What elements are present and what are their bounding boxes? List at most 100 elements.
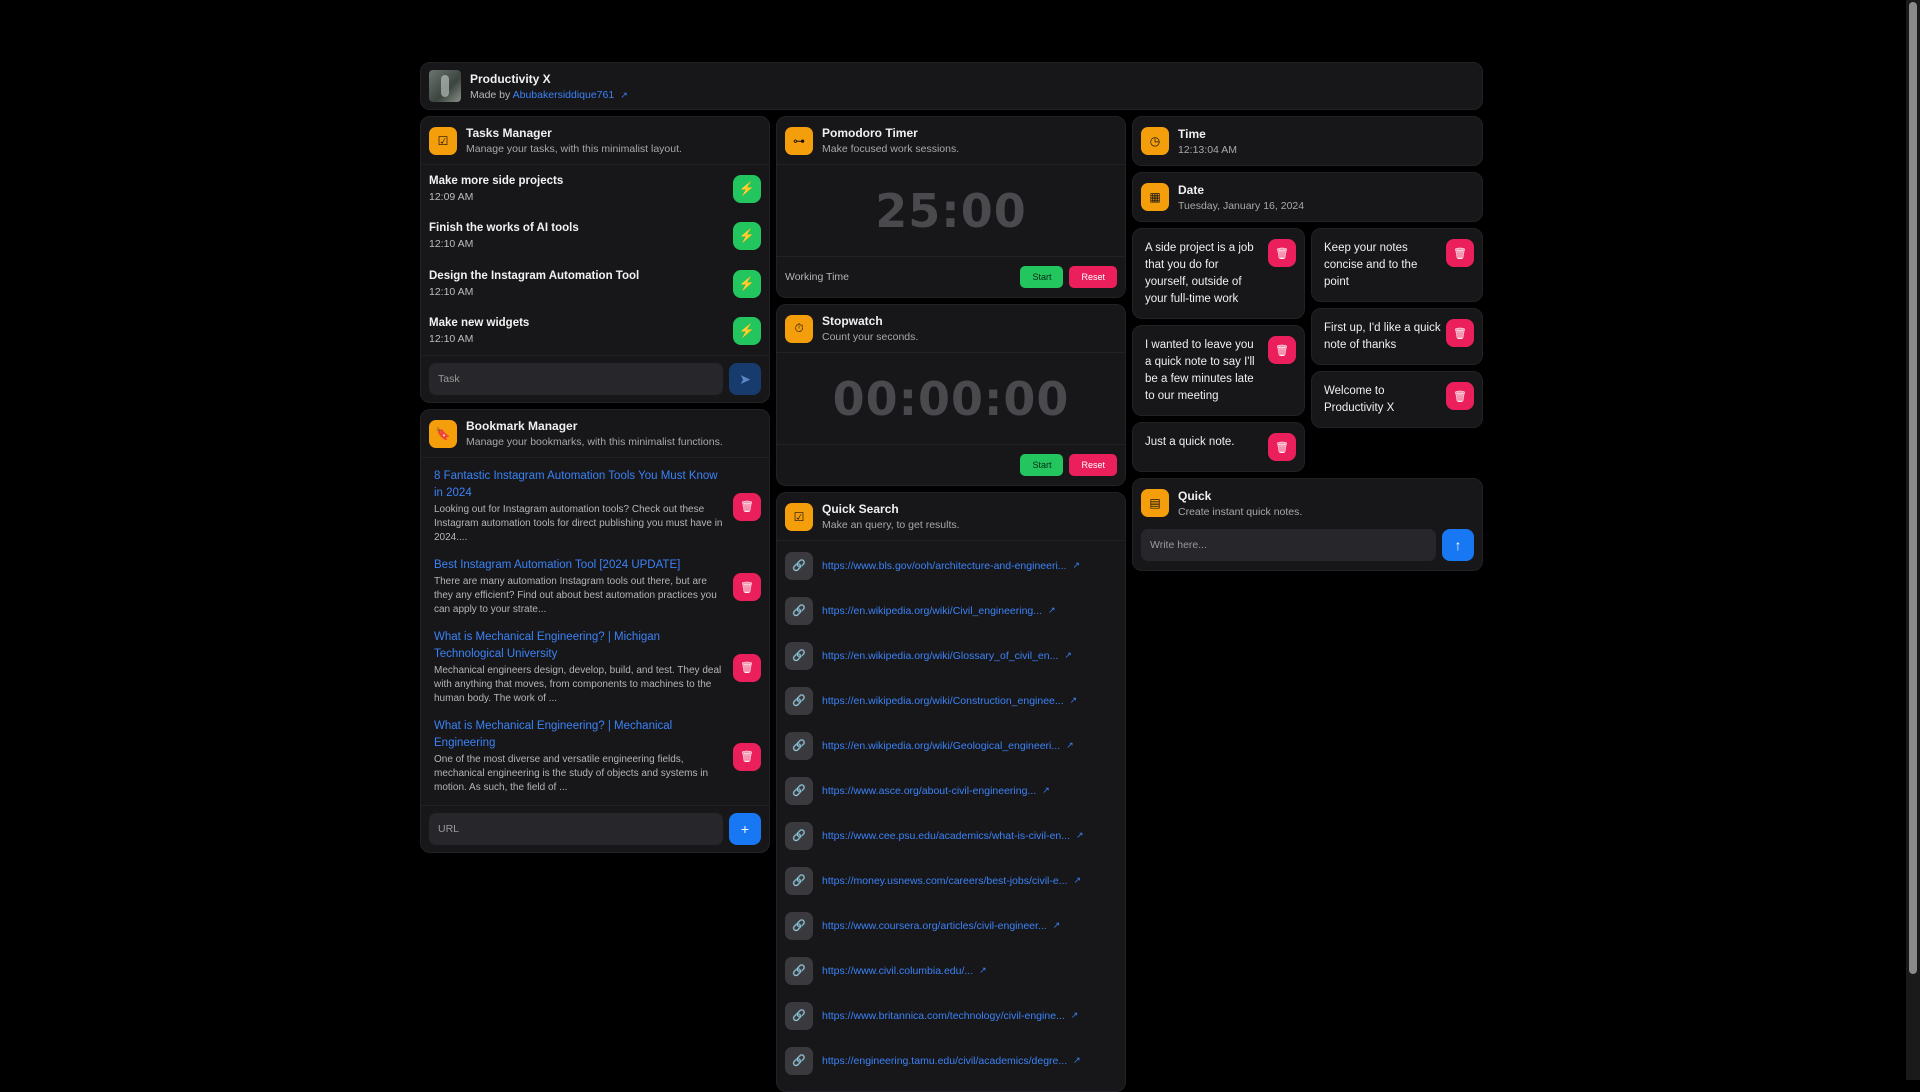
result-link[interactable]: https://www.britannica.com/technology/ci… [822,1010,1065,1022]
delete-note-button[interactable]: 🗑 [1446,319,1474,347]
task-name: Design the Instagram Automation Tool [429,270,639,282]
search-header: ☑ Quick SearchMake an query, to get resu… [777,493,1125,541]
delete-bookmark-button[interactable]: 🗑 [733,573,761,601]
link-icon: 🔗 [785,822,813,850]
pomodoro-reset-button[interactable]: Reset [1069,266,1117,288]
scrollbar[interactable] [1906,0,1920,1080]
quick-card: ▤ QuickCreate instant quick notes. ↑ [1132,478,1483,571]
search-result: 🔗https://en.wikipedia.org/wiki/Civil_eng… [777,588,1125,633]
bookmark-link[interactable]: What is Mechanical Engineering? | Michig… [434,629,723,663]
quick-title: Quick [1178,489,1302,503]
delete-note-button[interactable]: 🗑 [1446,239,1474,267]
bookmarks-subtitle: Manage your bookmarks, with this minimal… [466,436,723,448]
quick-note-input[interactable] [1141,529,1436,561]
note-card: I wanted to leave you a quick note to sa… [1132,325,1305,416]
task-item: Finish the works of AI tools12:10 AM⚡ [421,213,769,261]
task-item: Make new widgets12:10 AM⚡ [421,308,769,356]
pomodoro-start-button[interactable]: Start [1020,266,1063,288]
search-title: Quick Search [822,502,960,516]
task-name: Finish the works of AI tools [429,222,579,234]
tasks-header: ☑ Tasks ManagerManage your tasks, with t… [421,117,769,165]
delete-bookmark-button[interactable]: 🗑 [733,654,761,682]
stopwatch-card: ⏱ StopwatchCount your seconds. 00:00:00 … [776,304,1126,486]
bookmark-link[interactable]: Best Instagram Automation Tool [2024 UPD… [434,557,723,574]
result-link[interactable]: https://money.usnews.com/careers/best-jo… [822,875,1067,887]
result-link[interactable]: https://en.wikipedia.org/wiki/Geological… [822,740,1060,752]
search-card: ☑ Quick SearchMake an query, to get resu… [776,492,1126,1092]
column-middle: ⊶ Pomodoro TimerMake focused work sessio… [776,116,1126,1092]
avatar [429,70,461,102]
send-task-button[interactable]: ➤ [729,363,761,395]
result-link[interactable]: https://www.bls.gov/ooh/architecture-and… [822,560,1067,572]
link-icon: 🔗 [785,867,813,895]
result-link[interactable]: https://en.wikipedia.org/wiki/Glossary_o… [822,650,1058,662]
task-time: 12:09 AM [429,191,563,203]
add-bookmark-button[interactable]: + [729,813,761,845]
author-link[interactable]: Abubakersiddique761 [513,89,615,101]
quick-subtitle: Create instant quick notes. [1178,506,1302,518]
stopwatch-subtitle: Count your seconds. [822,331,918,343]
note-text: I wanted to leave you a quick note to sa… [1145,336,1263,405]
notes-column-right: Keep your notes concise and to the point… [1311,228,1483,472]
pomodoro-title: Pomodoro Timer [822,126,959,140]
result-link[interactable]: https://www.cee.psu.edu/academics/what-i… [822,830,1070,842]
result-link[interactable]: https://www.asce.org/about-civil-enginee… [822,785,1036,797]
bookmark-link[interactable]: What is Mechanical Engineering? | Mechan… [434,718,723,752]
stopwatch-reset-button[interactable]: Reset [1069,454,1117,476]
delete-note-button[interactable]: 🗑 [1268,239,1296,267]
bookmark-description: One of the most diverse and versatile en… [434,753,723,795]
search-result: 🔗https://engineering.tamu.edu/civil/acad… [777,1038,1125,1083]
complete-task-button[interactable]: ⚡ [733,175,761,203]
stopwatch-header: ⏱ StopwatchCount your seconds. [777,305,1125,353]
delete-note-button[interactable]: 🗑 [1446,382,1474,410]
notes-column-left: A side project is a job that you do for … [1132,228,1305,472]
task-time: 12:10 AM [429,286,639,298]
app-header: Productivity X Made by Abubakersiddique7… [420,62,1483,110]
bookmark-description: There are many automation Instagram tool… [434,575,723,617]
note-text: Welcome to Productivity X [1324,382,1442,417]
result-link[interactable]: https://www.coursera.org/articles/civil-… [822,920,1047,932]
result-link[interactable]: https://en.wikipedia.org/wiki/Constructi… [822,695,1064,707]
external-link-icon: ↗ [1066,740,1074,751]
bookmark-list: 8 Fantastic Instagram Automation Tools Y… [421,458,769,805]
url-input[interactable] [429,813,723,845]
task-time: 12:10 AM [429,333,529,345]
link-icon: 🔗 [785,552,813,580]
search-result: 🔗 [777,1083,1125,1092]
delete-note-button[interactable]: 🗑 [1268,433,1296,461]
link-icon: 🔗 [785,732,813,760]
note-text: Just a quick note. [1145,433,1263,451]
stopwatch-start-button[interactable]: Start [1020,454,1063,476]
external-link-icon: ↗ [1048,605,1056,616]
result-link[interactable]: https://www.civil.columbia.edu/... [822,965,973,977]
external-link-icon: ↗ [1071,1010,1079,1021]
note-card: First up, I'd like a quick note of thank… [1311,308,1483,365]
date-value: Tuesday, January 16, 2024 [1178,200,1304,212]
complete-task-button[interactable]: ⚡ [733,222,761,250]
note-card: Just a quick note. 🗑 [1132,422,1305,472]
checkbox-icon: ☑ [429,127,457,155]
external-link-icon: ↗ [1053,920,1061,931]
external-link-icon: ↗ [620,90,628,100]
search-result: 🔗https://www.civil.columbia.edu/...↗ [777,948,1125,993]
link-icon: 🔗 [785,1002,813,1030]
note-card: Keep your notes concise and to the point… [1311,228,1483,302]
bookmark-input-row: + [421,805,769,852]
result-link[interactable]: https://engineering.tamu.edu/civil/acade… [822,1055,1067,1067]
bookmark-link[interactable]: 8 Fantastic Instagram Automation Tools Y… [434,468,723,502]
search-result: 🔗https://www.coursera.org/articles/civil… [777,903,1125,948]
stopwatch-footer: Start Reset [777,445,1125,485]
complete-task-button[interactable]: ⚡ [733,270,761,298]
pomodoro-card: ⊶ Pomodoro TimerMake focused work sessio… [776,116,1126,298]
delete-bookmark-button[interactable]: 🗑 [733,743,761,771]
task-input[interactable] [429,363,723,395]
bookmark-icon: 🔖 [429,420,457,448]
scrollbar-thumb[interactable] [1909,2,1917,974]
delete-bookmark-button[interactable]: 🗑 [733,493,761,521]
add-note-button[interactable]: ↑ [1442,529,1474,561]
result-link[interactable]: https://en.wikipedia.org/wiki/Civil_engi… [822,605,1042,617]
stopwatch-title: Stopwatch [822,314,918,328]
complete-task-button[interactable]: ⚡ [733,317,761,345]
external-link-icon: ↗ [1076,830,1084,841]
delete-note-button[interactable]: 🗑 [1268,336,1296,364]
